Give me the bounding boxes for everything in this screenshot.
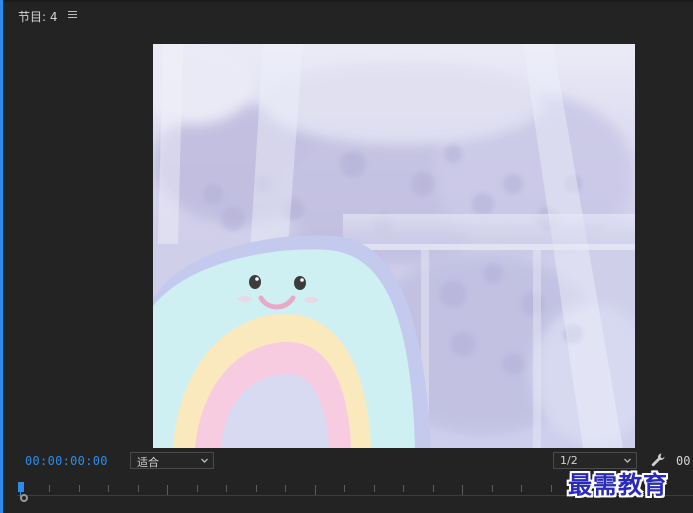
fit-dropdown[interactable]: 适合 — [130, 452, 214, 469]
current-timecode[interactable]: 00:00:00:00 — [25, 454, 108, 468]
ruler-tick — [344, 485, 345, 492]
ruler-tick — [433, 485, 434, 492]
ruler-tick — [492, 485, 493, 492]
panel-top-border — [3, 0, 693, 2]
ruler-tick — [49, 485, 50, 492]
ruler-tick — [197, 485, 198, 492]
video-frame-image — [153, 44, 635, 448]
fit-dropdown-value: 适合 — [137, 456, 159, 469]
ruler-tick — [226, 485, 227, 492]
ruler-tick — [462, 485, 463, 495]
ruler-tick — [167, 485, 168, 495]
ruler-tick — [403, 485, 404, 492]
ruler-tick — [285, 485, 286, 492]
ruler-tick — [521, 485, 522, 492]
chevron-down-icon — [624, 458, 631, 463]
ruler-tick — [315, 485, 316, 495]
panel-tab-title[interactable]: 节目: 4 — [18, 8, 58, 25]
ruler-tick — [108, 485, 109, 492]
ruler-tick — [138, 485, 139, 492]
zoom-scroll-handle[interactable] — [20, 494, 28, 502]
ruler-tick — [79, 485, 80, 492]
ruler-tick — [374, 485, 375, 492]
playhead-handle[interactable] — [18, 482, 24, 492]
ruler-tick — [256, 485, 257, 492]
program-monitor-panel: 节目: 4 00:00:00:00 适合 1/2 00 最需教育 — [0, 0, 693, 513]
video-frame-preview — [153, 44, 635, 448]
hamburger-menu-icon[interactable] — [68, 11, 77, 19]
chevron-down-icon — [201, 458, 208, 463]
watermark-text: 最需教育 — [568, 471, 668, 499]
ruler-tick — [551, 485, 552, 492]
